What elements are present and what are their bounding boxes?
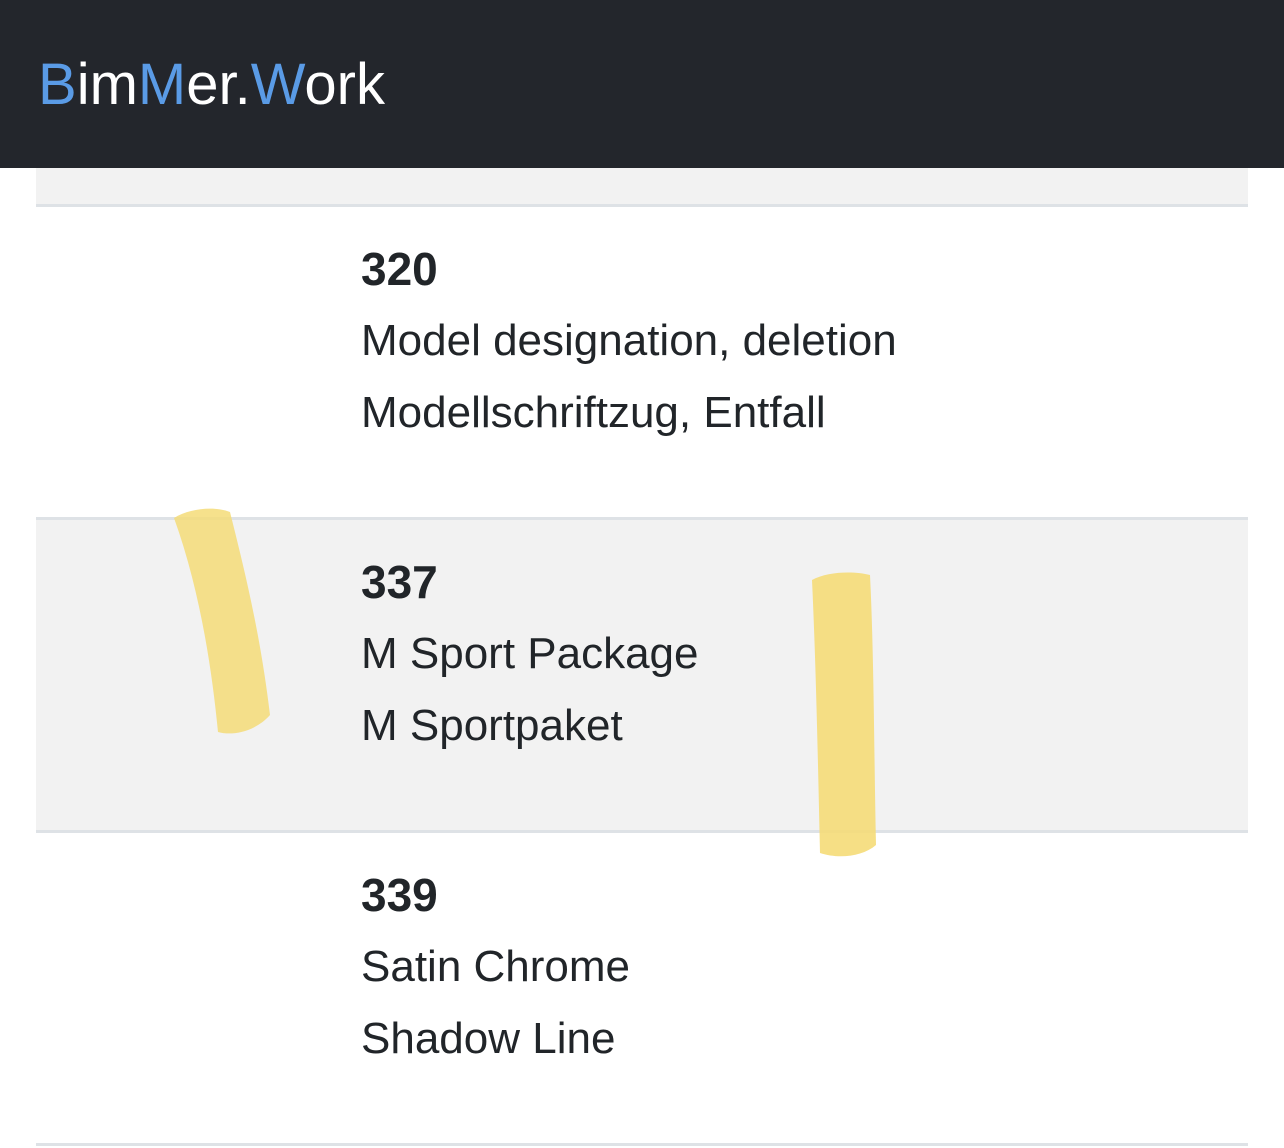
options-list: 320 Model designation, deletion Modellsc… [36,168,1248,1146]
option-code: 337 [361,556,438,608]
brand-text-im: im [76,52,138,117]
option-name-en: Model designation, deletion [361,316,897,365]
previous-row-remnant [36,168,1248,207]
brand-text-er: er. [186,52,251,117]
option-name-de: M Sportpaket [361,701,623,750]
option-name-en: M Sport Package [361,629,699,678]
option-name-en: Satin Chrome [361,942,631,991]
list-item: 320 Model designation, deletion Modellsc… [36,207,1248,520]
list-item: 337 M Sport Package M Sportpaket [36,520,1248,833]
brand-text-ork: ork [304,52,385,117]
option-code: 320 [361,243,438,295]
brand-logo-link[interactable]: BimMer.Work [38,52,385,118]
brand-letter-m: M [137,52,187,117]
brand-letter-w: W [250,52,305,117]
brand-letter-b: B [38,52,77,117]
list-item: 339 Satin Chrome Shadow Line [36,833,1248,1146]
option-name-de: Modellschriftzug, Entfall [361,388,826,437]
top-navbar: BimMer.Work [0,0,1284,168]
option-code: 339 [361,869,438,921]
option-name-de: Shadow Line [361,1014,616,1063]
